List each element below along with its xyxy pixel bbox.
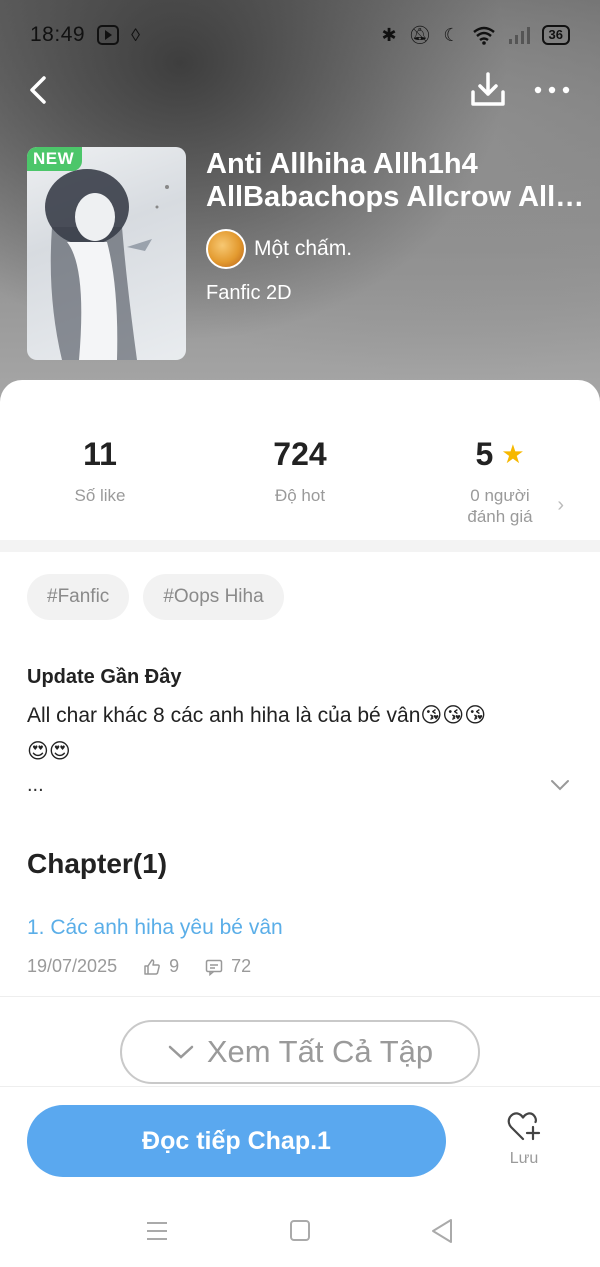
- author-avatar: [206, 229, 246, 269]
- rating-label: 0 người đánh giá: [400, 485, 600, 527]
- section-divider: [0, 540, 600, 552]
- chevron-right-icon[interactable]: ›: [557, 494, 564, 517]
- book-genre: Fanfic 2D: [206, 282, 292, 304]
- rating-label-line1: 0 người: [470, 486, 530, 505]
- back-icon: [30, 76, 46, 104]
- likes-value: 11: [83, 436, 117, 472]
- wifi-icon: [472, 26, 495, 45]
- author-row[interactable]: Một chấm.: [206, 229, 352, 269]
- hot-value: 724: [273, 436, 327, 472]
- star-icon: ★: [501, 439, 525, 469]
- more-icon: [534, 86, 570, 94]
- download-icon: [471, 72, 505, 106]
- book-header: 18:49 ◊ ✱ 🔕︎ ☾ 36 NEW Anti Allhiha Allh1…: [0, 0, 600, 420]
- author-name: Một chấm.: [254, 237, 353, 260]
- system-navigation-bar: [0, 1196, 600, 1267]
- bottom-action-bar: Đọc tiếp Chap.1 Lưu: [0, 1086, 600, 1196]
- download-button[interactable]: [468, 70, 508, 110]
- book-title-line2: AllBabachops Allcrow AllbabaAllcrow: [206, 181, 586, 213]
- update-description: All char khác 8 các anh hiha là của bé v…: [27, 698, 567, 770]
- status-time: 18:49: [30, 23, 86, 46]
- update-text-line2: 😍😍: [27, 740, 71, 763]
- menu-icon[interactable]: [137, 1216, 177, 1246]
- hot-label: Độ hot: [274, 486, 326, 505]
- moon-icon: ☾: [443, 24, 460, 45]
- book-detail-card: 11 Số like 724 Độ hot 5 ★ 0 người đánh g…: [0, 380, 600, 1267]
- signal-icon: [508, 27, 530, 44]
- app-icon: ◊: [131, 24, 140, 45]
- cover-illustration: [45, 169, 169, 360]
- hot-stat: 724 Độ hot: [200, 436, 400, 506]
- chapter-likes: 9: [169, 956, 180, 976]
- new-badge: NEW: [27, 147, 83, 171]
- chapter-date: 19/07/2025: [27, 956, 118, 976]
- chevron-down-icon: [168, 1045, 194, 1059]
- heart-plus-icon: [507, 1112, 541, 1141]
- back-button[interactable]: [22, 70, 62, 110]
- see-all-episodes-button[interactable]: Xem Tất Cả Tập: [120, 1020, 480, 1084]
- comment-icon: [205, 959, 223, 976]
- home-icon[interactable]: [280, 1216, 320, 1246]
- rating-stat[interactable]: 5 ★ 0 người đánh giá: [400, 436, 600, 527]
- see-all-label: Xem Tất Cả Tập: [206, 1034, 434, 1069]
- bluetooth-icon: ✱: [381, 24, 397, 45]
- update-ellipsis: ...: [27, 774, 44, 796]
- likes-label: Số like: [74, 486, 126, 505]
- chapter-divider: [0, 996, 600, 997]
- chapters-heading: Chapter(1): [27, 848, 168, 879]
- rating-value-row: 5 ★: [400, 436, 600, 473]
- rating-value: 5: [475, 436, 494, 472]
- back-triangle-icon[interactable]: [422, 1216, 462, 1246]
- save-label: Lưu: [509, 1150, 539, 1167]
- tag-fanfic[interactable]: #Fanfic: [27, 574, 130, 620]
- save-button[interactable]: Lưu: [494, 1109, 554, 1168]
- status-bar: 18:49 ◊ ✱ 🔕︎ ☾ 36: [0, 0, 600, 70]
- like-icon: [144, 958, 160, 975]
- play-icon: [97, 25, 120, 45]
- continue-reading-button[interactable]: Đọc tiếp Chap.1: [27, 1105, 446, 1177]
- top-navigation: [0, 70, 600, 110]
- book-cover[interactable]: NEW: [27, 147, 186, 360]
- more-options-button[interactable]: [532, 70, 572, 110]
- chevron-down-icon[interactable]: [550, 778, 570, 792]
- likes-stat: 11 Số like: [0, 436, 200, 506]
- chapter-comments: 72: [231, 956, 252, 976]
- battery-indicator: 36: [541, 25, 570, 45]
- tag-oops-hiha[interactable]: #Oops Hiha: [143, 574, 284, 620]
- stats-row: 11 Số like 724 Độ hot 5 ★ 0 người đánh g…: [0, 380, 600, 540]
- update-text-line1: All char khác 8 các anh hiha là của bé v…: [27, 704, 487, 727]
- tag-list: #Fanfic #Oops Hiha: [27, 574, 284, 620]
- book-title: Anti Allhiha Allh1h4 AllBabachops Allcro…: [206, 148, 586, 214]
- chapter-link[interactable]: 1. Các anh hiha yêu bé vân: [27, 916, 283, 940]
- update-heading: Update Gần Đây: [27, 666, 182, 688]
- mute-icon: 🔕︎: [408, 24, 432, 45]
- chapter-meta: 19/07/2025 9 72: [27, 956, 251, 977]
- book-title-line1: Anti Allhiha Allh1h4: [206, 148, 478, 180]
- rating-label-line2: đánh giá: [467, 507, 533, 526]
